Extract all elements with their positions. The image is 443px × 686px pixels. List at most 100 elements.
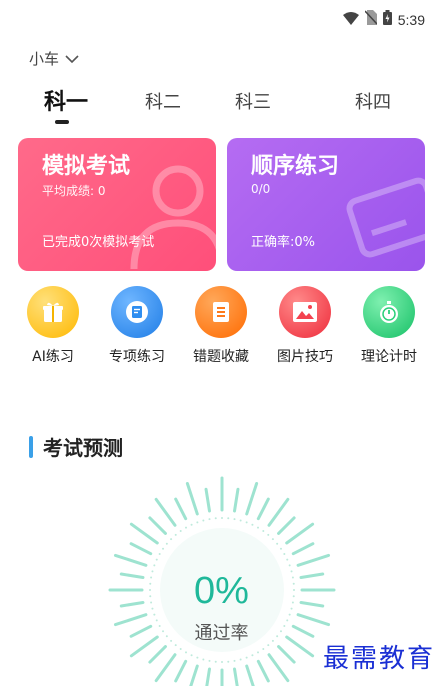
- gauge-dot: [202, 658, 205, 661]
- gauge-dot: [158, 553, 161, 555]
- theory-timer-circle: [363, 286, 415, 338]
- gauge-tick: [267, 653, 290, 683]
- gauge-dot: [271, 538, 274, 541]
- gauge-tick: [205, 667, 211, 686]
- gauge-tick: [154, 653, 177, 683]
- gauge-tick: [256, 659, 270, 683]
- pass-rate-value: 0%: [194, 570, 249, 612]
- wrong-questions-circle: [195, 286, 247, 338]
- gauge-dot: [208, 659, 211, 662]
- gauge-tick: [148, 516, 167, 535]
- list-icon: [213, 302, 229, 322]
- gauge-dot: [214, 660, 217, 663]
- sequential-practice-card[interactable]: 顺序练习 0/0 正确率:0%: [227, 138, 425, 271]
- forecast-section-header: 考试预测: [29, 432, 123, 461]
- ai-practice-label: AI练习: [32, 349, 74, 365]
- gauge-tick: [233, 487, 240, 513]
- gauge-dot: [185, 651, 187, 654]
- gauge-tick: [129, 522, 159, 545]
- gauge-dot: [227, 660, 230, 663]
- wrong-questions-label: 错题收藏: [193, 349, 249, 365]
- gauge-tick: [296, 553, 331, 567]
- gauge-tick: [174, 659, 188, 683]
- tab-subject-1[interactable]: 科一: [44, 84, 88, 116]
- gauge-dot: [286, 558, 289, 561]
- gauge-dot: [153, 613, 156, 616]
- mock-exam-card[interactable]: 模拟考试 平均成绩: 0 已完成0次模拟考试: [18, 138, 216, 271]
- gauge-dot: [276, 542, 279, 545]
- gauge-dot: [174, 533, 177, 536]
- card-icon: [346, 177, 425, 258]
- vehicle-selector[interactable]: 小车: [29, 48, 79, 69]
- mock-exam-completed: 已完成0次模拟考试: [42, 235, 155, 250]
- sequential-practice-progress: 0/0: [251, 182, 271, 196]
- gauge-tick: [267, 497, 290, 527]
- section-accent-bar: [29, 435, 33, 458]
- status-icons: 5:39: [342, 10, 425, 29]
- gauge-dot: [202, 519, 205, 522]
- gauge-tick: [204, 487, 211, 513]
- gauge-tick: [256, 497, 270, 521]
- ai-practice-button[interactable]: AI练习: [13, 286, 93, 366]
- gauge-dot: [251, 523, 254, 526]
- gauge-tick: [245, 664, 255, 686]
- theory-timer-button[interactable]: 理论计时: [349, 286, 429, 366]
- image-icon: [293, 302, 317, 322]
- gauge-dot: [196, 656, 199, 659]
- gauge-tick: [233, 667, 239, 686]
- gauge-dot: [170, 538, 173, 541]
- quick-actions: AI练习 专项练习 错题收藏 图片技巧 理论计时: [0, 286, 443, 366]
- status-time: 5:39: [397, 11, 425, 28]
- image-tips-circle: [279, 286, 331, 338]
- gauge-dot: [155, 558, 158, 561]
- wrong-questions-button[interactable]: 错题收藏: [181, 286, 261, 366]
- gauge-tick: [277, 516, 296, 535]
- gauge-tick: [154, 497, 177, 527]
- battery-icon: [382, 10, 392, 29]
- gauge-dot: [288, 564, 291, 567]
- no-sim-icon: [364, 10, 378, 29]
- gauge-dot: [283, 553, 286, 555]
- gauge-dot: [288, 613, 291, 616]
- theory-timer-label: 理论计时: [361, 349, 417, 365]
- gauge-dot: [257, 526, 259, 529]
- watermark: 最需教育: [322, 644, 435, 673]
- mock-exam-title: 模拟考试: [42, 154, 131, 179]
- gauge-dot: [227, 517, 230, 520]
- gauge-tick: [245, 481, 259, 516]
- gauge-dot: [185, 526, 187, 529]
- gauge-dot: [262, 647, 265, 650]
- tab-subject-3[interactable]: 科三: [235, 88, 271, 114]
- gauge-dot: [257, 651, 259, 654]
- gauge-dot: [245, 521, 248, 524]
- gauge-dot: [179, 530, 182, 533]
- gauge-tick: [113, 553, 148, 567]
- person-icon: [130, 165, 216, 270]
- note-icon: [126, 301, 148, 323]
- image-tips-button[interactable]: 图片技巧: [265, 286, 345, 366]
- sequential-practice-title: 顺序练习: [251, 154, 340, 179]
- wifi-icon: [342, 10, 359, 29]
- status-bar: 5:39: [0, 0, 443, 40]
- gauge-dot: [233, 659, 236, 662]
- forecast-section-title: 考试预测: [43, 436, 123, 460]
- gauge-dot: [239, 519, 242, 522]
- special-practice-button[interactable]: 专项练习: [97, 286, 177, 366]
- gauge-dot: [190, 654, 193, 657]
- gauge-dot: [221, 661, 223, 663]
- gauge-dot: [196, 521, 199, 524]
- tab-subject-2[interactable]: 科二: [145, 88, 181, 114]
- gauge-dot: [279, 547, 282, 550]
- gauge-tick: [185, 481, 199, 516]
- gauge-dot: [153, 564, 156, 567]
- special-practice-label: 专项练习: [109, 349, 165, 365]
- gauge-dot: [190, 523, 193, 526]
- gauge-dot: [251, 654, 254, 657]
- gauge-dot: [239, 658, 242, 661]
- tab-subject-4[interactable]: 科四: [355, 88, 391, 114]
- gift-icon: [43, 302, 63, 322]
- gauge-tick: [189, 664, 199, 686]
- tab-indicator: [55, 120, 69, 124]
- gauge-tick: [291, 542, 315, 556]
- gauge-dot: [179, 647, 182, 650]
